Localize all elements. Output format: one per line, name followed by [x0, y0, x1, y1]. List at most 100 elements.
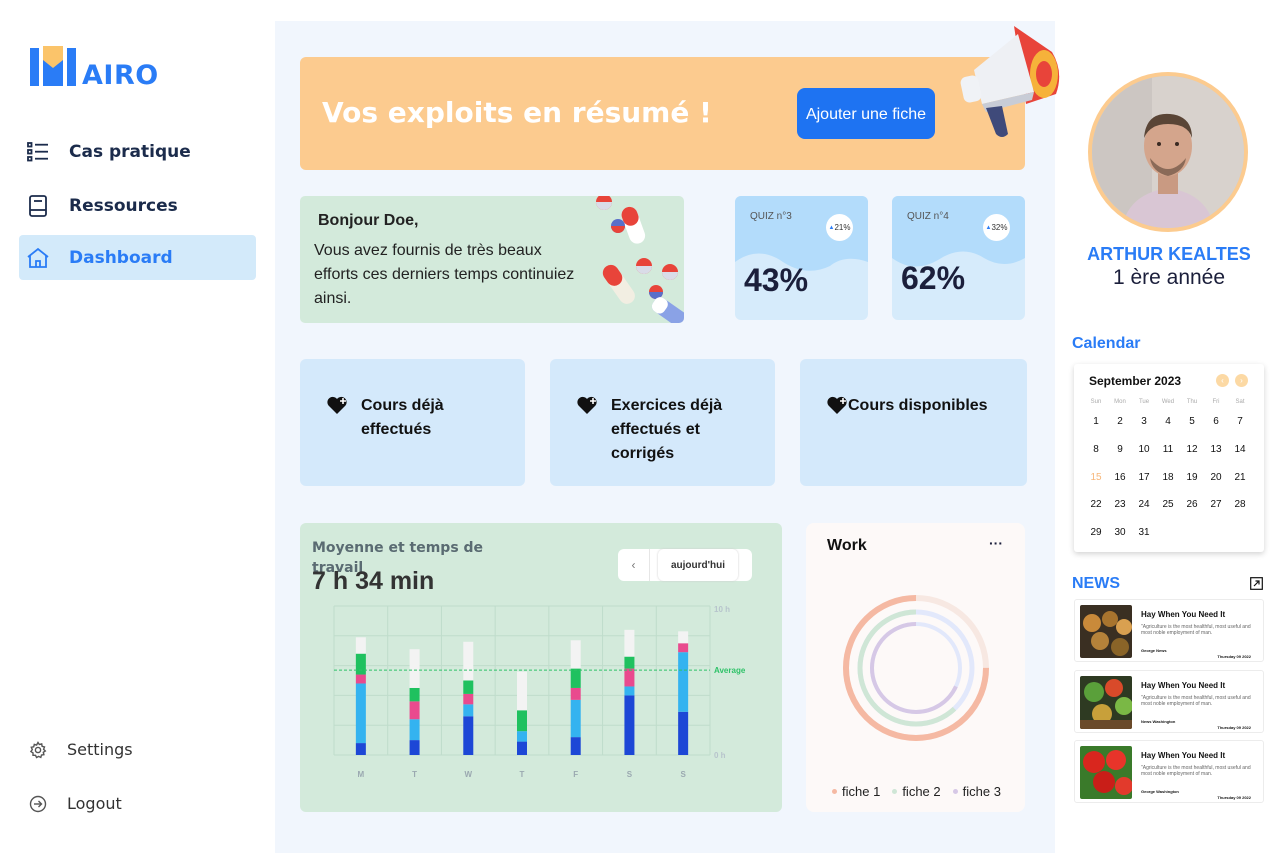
calendar-day[interactable]: 29	[1084, 527, 1108, 538]
calendar-day[interactable]: 12	[1180, 444, 1204, 455]
calendar-widget: September 2023 ‹ › Sun Mon Tue Wed Thu F…	[1074, 364, 1264, 552]
brand-name: AIRO	[82, 60, 159, 91]
bar-segment	[624, 668, 635, 687]
news-author: News Washington	[1141, 719, 1176, 724]
bar-segment	[678, 652, 689, 712]
calendar-day[interactable]: 20	[1204, 472, 1228, 483]
news-excerpt: "Agriculture is the most healthful, most…	[1141, 695, 1251, 707]
stat-card-courses-available[interactable]: Cours disponibles	[800, 359, 1027, 486]
calendar-day[interactable]: 11	[1156, 444, 1180, 455]
calendar-day[interactable]: 3	[1132, 416, 1156, 427]
bar-segment	[463, 704, 474, 717]
book-icon	[25, 193, 51, 219]
calendar-day[interactable]: 24	[1132, 499, 1156, 510]
bar-segment	[624, 656, 635, 669]
calendar-day[interactable]: 16	[1108, 472, 1132, 483]
x-tick-label: S	[627, 770, 633, 779]
calendar-day[interactable]: 1	[1084, 416, 1108, 427]
calendar-day[interactable]: 13	[1204, 444, 1228, 455]
chevron-left-icon: ‹	[631, 558, 636, 572]
bar-segment	[570, 640, 581, 669]
calendar-day[interactable]: 27	[1204, 499, 1228, 510]
calendar-day[interactable]: 14	[1228, 444, 1252, 455]
calendar-day[interactable]: 18	[1156, 472, 1180, 483]
bar-segment	[517, 710, 527, 732]
weekday-label: Thu	[1186, 399, 1198, 405]
news-author: George Washington	[1141, 789, 1179, 794]
calendar-day[interactable]: 8	[1084, 444, 1108, 455]
calendar-day[interactable]: 17	[1132, 472, 1156, 483]
sidebar-item-dashboard[interactable]: Dashboard	[19, 235, 256, 280]
add-sheet-button[interactable]: Ajouter une fiche	[797, 88, 935, 139]
calendar-grid: Sun Mon Tue Wed Thu Fri Sat 1 2 3 4 5 6 7 8 9 10 1…	[1084, 396, 1262, 546]
calendar-day[interactable]: 31	[1132, 527, 1156, 538]
more-options-button[interactable]: ···	[989, 535, 1003, 551]
legend-item: fiche 2	[892, 784, 941, 799]
news-headline: Hay When You Need It	[1141, 681, 1226, 690]
greeting-title: Bonjour Doe,	[318, 212, 419, 229]
legend-label: fiche 3	[962, 784, 1001, 799]
greeting-card: Bonjour Doe, Vous avez fournis de très b…	[300, 196, 684, 323]
bar-segment	[678, 631, 689, 644]
news-thumbnail	[1080, 605, 1132, 658]
settings-button[interactable]: Settings	[19, 727, 256, 772]
news-thumbnail	[1080, 676, 1132, 729]
calendar-day[interactable]: 4	[1156, 416, 1180, 427]
calendar-day[interactable]: 25	[1156, 499, 1180, 510]
news-item[interactable]: Hay When You Need It "Agriculture is the…	[1074, 670, 1264, 733]
sidebar-item-ressources[interactable]: Ressources	[19, 183, 256, 228]
calendar-day[interactable]: 30	[1108, 527, 1132, 538]
bar-segment	[463, 680, 474, 694]
change-value: 21%	[834, 223, 851, 232]
today-button[interactable]: aujourd'hui	[658, 549, 738, 581]
sidebar-item-label: Ressources	[69, 195, 178, 216]
bar-segment	[517, 671, 527, 711]
chevron-right-icon: ›	[1240, 376, 1243, 385]
calendar-day[interactable]: 6	[1204, 416, 1228, 427]
calendar-day[interactable]: 19	[1180, 472, 1204, 483]
calendar-day[interactable]: 2	[1108, 416, 1132, 427]
calendar-day[interactable]: 21	[1228, 472, 1252, 483]
calendar-week: 29 30 31	[1084, 519, 1262, 547]
weekday-row: Sun Mon Tue Wed Thu Fri Sat	[1084, 396, 1262, 408]
calendar-day[interactable]: 22	[1084, 499, 1108, 510]
bar-segment	[517, 731, 527, 742]
change-badge: ▲ 21%	[826, 214, 853, 241]
user-name: ARTHUR KEALTES	[1087, 244, 1251, 264]
calendar-day[interactable]: 26	[1180, 499, 1204, 510]
quiz-card[interactable]: QUIZ n°4 ▲ 32% 62%	[892, 196, 1025, 320]
logout-button[interactable]: Logout	[19, 781, 256, 826]
quiz-score: 62%	[901, 260, 966, 296]
x-tick-label: T	[412, 770, 417, 779]
news-date: Thursday 09 2022	[1217, 725, 1251, 730]
prev-month-button[interactable]: ‹	[1216, 374, 1229, 387]
previous-button[interactable]: ‹	[618, 549, 650, 581]
bar-segment	[517, 741, 527, 755]
news-date: Thursday 09 2022	[1217, 795, 1251, 800]
news-thumbnail	[1080, 746, 1132, 799]
avatar[interactable]	[1088, 72, 1248, 232]
stat-card-exercises-done[interactable]: Exercices déjà effectués et corrigés	[550, 359, 775, 486]
average-label: Average	[714, 666, 746, 675]
external-link-icon[interactable]	[1250, 577, 1263, 590]
stat-card-courses-done[interactable]: Cours déjà effectués	[300, 359, 525, 486]
user-year: 1 ère année	[1112, 266, 1226, 289]
calendar-day[interactable]: 5	[1180, 416, 1204, 427]
news-author: George News	[1141, 648, 1167, 653]
quiz-label: QUIZ n°4	[907, 211, 949, 222]
bar-segment	[570, 668, 581, 688]
calendar-day[interactable]: 15	[1084, 472, 1108, 483]
calendar-day[interactable]: 28	[1228, 499, 1252, 510]
calendar-day[interactable]: 23	[1108, 499, 1132, 510]
calendar-day[interactable]: 9	[1108, 444, 1132, 455]
news-item[interactable]: Hay When You Need It "Agriculture is the…	[1074, 599, 1264, 662]
bar-segment	[570, 737, 581, 755]
bar-segment	[409, 740, 420, 755]
calendar-day[interactable]: 7	[1228, 416, 1252, 427]
sidebar-item-cas-pratique[interactable]: Cas pratique	[19, 129, 256, 174]
news-item[interactable]: Hay When You Need It "Agriculture is the…	[1074, 740, 1264, 803]
quiz-card[interactable]: QUIZ n°3 ▲ 21% 43%	[735, 196, 868, 320]
calendar-day[interactable]: 10	[1132, 444, 1156, 455]
next-month-button[interactable]: ›	[1235, 374, 1248, 387]
calendar-week: 22 23 24 25 26 27 28	[1084, 491, 1262, 519]
